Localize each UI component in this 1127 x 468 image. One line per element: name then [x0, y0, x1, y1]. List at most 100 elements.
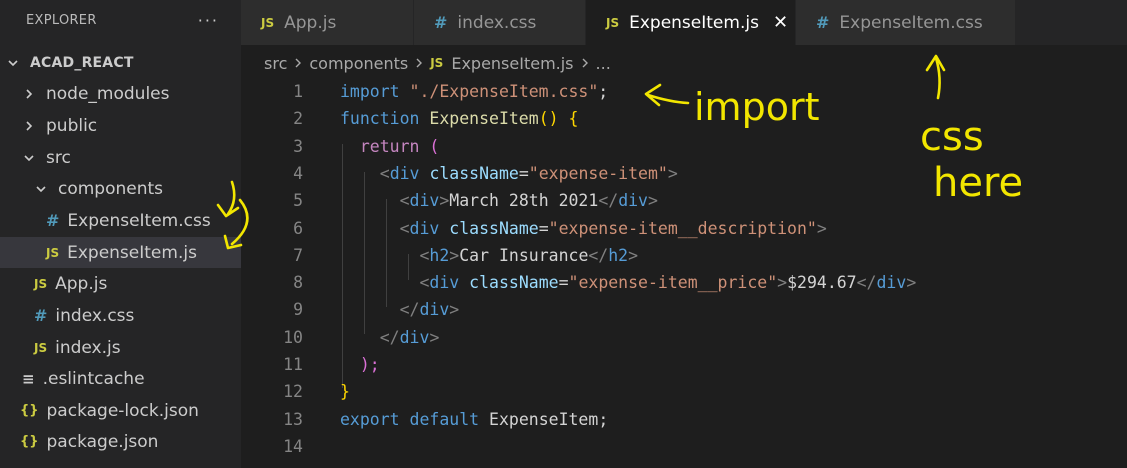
- code-token: return: [359, 136, 430, 156]
- code-line[interactable]: 5 <div>March 28th 2021</div>: [241, 187, 1127, 214]
- code-token: </: [399, 300, 420, 320]
- breadcrumb-file[interactable]: ExpenseItem.js: [451, 54, 573, 73]
- tree-root-label: ACAD_REACT: [30, 54, 134, 71]
- code-line[interactable]: 9 </div>: [241, 296, 1127, 323]
- tree-item-label: package.json: [46, 431, 159, 452]
- breadcrumb-item[interactable]: components: [309, 54, 408, 73]
- tab-app-js[interactable]: JS App.js: [241, 0, 414, 45]
- code-token: ;: [598, 409, 609, 429]
- code-text: <h2>Car Insurance</h2>: [340, 246, 638, 265]
- explorer-sidebar: EXPLORER ··· ACAD_REACT node_modules pub…: [0, 0, 241, 468]
- code-line[interactable]: 11 );: [241, 351, 1127, 378]
- tree-file-expenseitem-js[interactable]: JS ExpenseItem.js: [0, 237, 241, 268]
- breadcrumb-item[interactable]: src: [264, 54, 287, 73]
- code-text: export default ExpenseItem;: [340, 410, 608, 429]
- line-number: 2: [293, 109, 303, 129]
- tree-folder-components[interactable]: components: [0, 173, 241, 204]
- code-token: h2: [429, 245, 450, 265]
- tree-file-eslintcache[interactable]: ≡ .eslintcache: [0, 363, 241, 394]
- tree-file-package-lock-json[interactable]: {} package-lock.json: [0, 395, 241, 426]
- code-token: ;: [598, 82, 609, 101]
- code-line[interactable]: 1 import "./ExpenseItem.css";: [241, 78, 1127, 105]
- code-token: >: [439, 191, 450, 211]
- code-token: >: [777, 273, 788, 293]
- code-line[interactable]: 10 </div>: [241, 324, 1127, 351]
- tab-expenseitem-css[interactable]: # ExpenseItem.css: [796, 0, 1016, 45]
- chevron-down-icon: [6, 56, 20, 70]
- code-text: </div>: [340, 300, 460, 320]
- tab-label: ExpenseItem.css: [839, 12, 983, 33]
- code-token: =: [558, 273, 569, 293]
- code-line[interactable]: 4 <div className="expense-item">: [241, 160, 1127, 187]
- code-line[interactable]: 12}: [241, 378, 1127, 405]
- code-token: "expense-item": [528, 163, 668, 183]
- chevron-down-icon: [22, 151, 36, 165]
- css-file-icon: #: [816, 13, 830, 32]
- tab-expenseitem-js[interactable]: JS ExpenseItem.js ✕: [586, 0, 796, 45]
- code-token: "expense-item__price": [568, 273, 778, 293]
- code-token: >: [449, 300, 460, 320]
- line-number: 14: [283, 436, 303, 456]
- tree-file-index-css[interactable]: # index.css: [0, 300, 241, 331]
- close-tab-icon[interactable]: ✕: [773, 12, 788, 33]
- code-token: $294.67: [787, 273, 857, 293]
- lines-file-icon: ≡: [22, 369, 35, 388]
- line-number: 8: [293, 273, 303, 293]
- tab-label: ExpenseItem.js: [629, 12, 759, 33]
- code-token: function: [340, 109, 430, 129]
- line-number: 3: [293, 136, 303, 156]
- code-line[interactable]: 13 export default ExpenseItem;: [241, 406, 1127, 433]
- js-file-icon: JS: [46, 245, 60, 260]
- tree-file-app-js[interactable]: JS App.js: [0, 268, 241, 299]
- tree-file-package-json[interactable]: {} package.json: [0, 426, 241, 457]
- json-file-icon: {}: [20, 434, 39, 449]
- tree-root-folder[interactable]: ACAD_REACT: [0, 47, 241, 78]
- code-token: >: [429, 327, 440, 347]
- code-token: <: [419, 273, 430, 293]
- code-line[interactable]: 8 <div className="expense-item__price">$…: [241, 269, 1127, 296]
- tree-item-label: index.js: [55, 337, 121, 358]
- code-token: (: [429, 136, 440, 156]
- tree-file-index-js[interactable]: JS index.js: [0, 332, 241, 363]
- code-token: >: [816, 218, 827, 238]
- code-line[interactable]: 6 <div className="expense-item__descript…: [241, 215, 1127, 242]
- chevron-right-icon: [22, 119, 36, 133]
- code-text: import "./ExpenseItem.css";: [340, 82, 608, 101]
- code-token: Car Insurance: [459, 245, 589, 265]
- tree-file-expenseitem-css[interactable]: # ExpenseItem.css: [0, 205, 241, 236]
- tree-item-label: ExpenseItem.css: [67, 210, 211, 231]
- js-file-icon: JS: [261, 15, 275, 30]
- code-line[interactable]: 7 <h2>Car Insurance</h2>: [241, 242, 1127, 269]
- code-line[interactable]: 2 function ExpenseItem() {: [241, 105, 1127, 132]
- tree-folder-src[interactable]: src: [0, 142, 241, 173]
- code-text: <div className="expense-item">: [340, 164, 678, 183]
- chevron-right-icon: [293, 57, 303, 69]
- code-text: }: [340, 382, 350, 401]
- code-token: }: [340, 382, 350, 402]
- code-token: div: [409, 191, 440, 211]
- code-token: ExpenseItem: [429, 109, 539, 129]
- line-number: 11: [283, 355, 303, 374]
- code-token: );: [359, 355, 380, 374]
- css-file-icon: #: [46, 211, 60, 230]
- more-actions-icon[interactable]: ···: [198, 11, 219, 30]
- tree-item-label: .eslintcache: [42, 368, 145, 389]
- explorer-header: EXPLORER ···: [0, 0, 241, 40]
- tree-folder-public[interactable]: public: [0, 110, 241, 141]
- code-token: div: [399, 327, 430, 347]
- tab-index-css[interactable]: # index.css: [414, 0, 586, 45]
- code-token: "expense-item__description": [548, 218, 817, 238]
- code-token: default: [409, 409, 490, 429]
- code-line[interactable]: 14: [241, 433, 1127, 460]
- tree-folder-node-modules[interactable]: node_modules: [0, 78, 241, 109]
- breadcrumb-symbol[interactable]: ...: [596, 54, 611, 73]
- code-token: March 28th 2021: [449, 191, 599, 211]
- tree-item-label: App.js: [55, 273, 108, 294]
- code-editor[interactable]: 1 import "./ExpenseItem.css"; 2 function Ex…: [241, 78, 1127, 468]
- code-token: className: [429, 163, 519, 183]
- code-line[interactable]: 3 return (: [241, 133, 1127, 160]
